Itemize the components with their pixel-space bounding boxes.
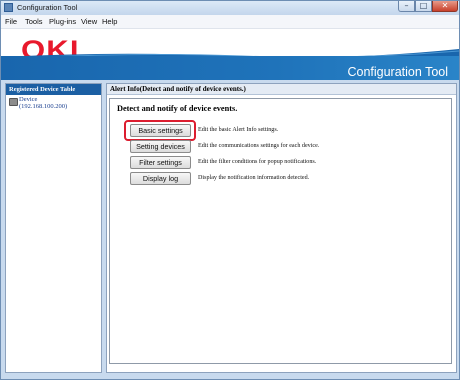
- config-app-icon: [4, 3, 13, 12]
- printer-icon[interactable]: [9, 98, 18, 106]
- device-table-panel: Registered Device Table Device (192.168.…: [5, 83, 102, 373]
- display-log-description: Display the notification information det…: [198, 175, 310, 181]
- section-title: Detect and notify of device events.: [117, 104, 238, 113]
- header-title: Configuration Tool: [347, 65, 448, 79]
- display-log-button[interactable]: Display log: [130, 172, 191, 185]
- setting-devices-button[interactable]: Setting devices: [130, 140, 191, 153]
- basic-settings-button[interactable]: Basic settings: [130, 124, 191, 137]
- alert-info-panel: Alert Info(Detect and notify of device e…: [106, 83, 457, 373]
- menu-view[interactable]: View: [81, 16, 97, 27]
- filter-settings-button[interactable]: Filter settings: [130, 156, 191, 169]
- menu-tools[interactable]: Tools: [25, 16, 43, 27]
- menu-bar: File Tools Plug-ins View Help: [1, 15, 459, 29]
- minimize-button[interactable]: –: [398, 1, 415, 12]
- device-item-ip[interactable]: (192.168.100.200): [19, 103, 67, 111]
- close-button[interactable]: ✕: [432, 1, 458, 12]
- title-bar[interactable]: Configuration Tool – □ ✕: [1, 1, 459, 15]
- alert-info-heading: Alert Info(Detect and notify of device e…: [107, 84, 456, 95]
- alert-content-box: Detect and notify of device events. Basi…: [109, 98, 452, 364]
- device-table-heading: Registered Device Table: [6, 84, 101, 95]
- maximize-button[interactable]: □: [415, 1, 432, 12]
- menu-plugins[interactable]: Plug-ins: [49, 16, 76, 27]
- window-title: Configuration Tool: [17, 3, 78, 12]
- menu-file[interactable]: File: [5, 16, 17, 27]
- menu-help[interactable]: Help: [102, 16, 117, 27]
- app-window: Configuration Tool – □ ✕ File Tools Plug…: [0, 0, 460, 380]
- setting-devices-description: Edit the communications settings for eac…: [198, 143, 320, 149]
- filter-settings-description: Edit the filter conditions for popup not…: [198, 159, 317, 165]
- client-area: Registered Device Table Device (192.168.…: [5, 83, 457, 375]
- brand-header: OKI Configuration Tool: [1, 29, 459, 80]
- basic-settings-description: Edit the basic Alert Info settings.: [198, 127, 279, 133]
